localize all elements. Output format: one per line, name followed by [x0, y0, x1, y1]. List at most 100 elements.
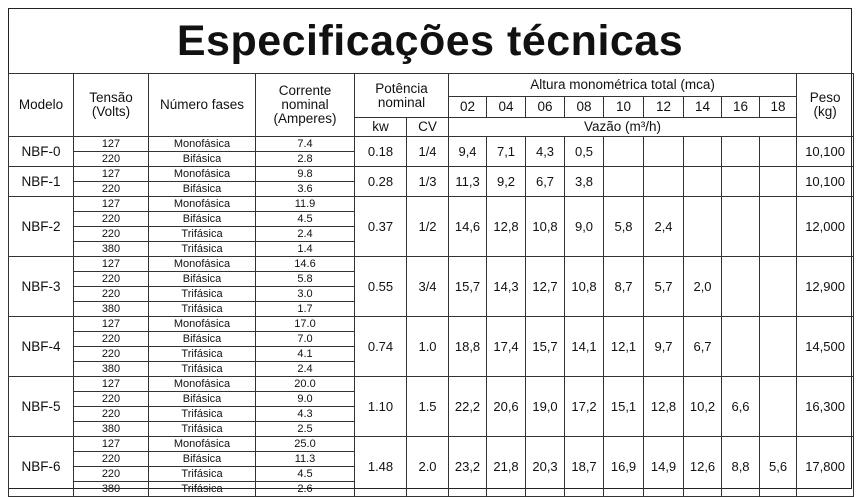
cv-cell: 1.0	[405, 316, 450, 377]
fases-cell: Bifásica	[148, 451, 256, 467]
vazao-cell	[721, 136, 761, 167]
vazao-cell: 4,3	[525, 136, 566, 167]
header-altura-06: 06	[525, 96, 566, 118]
fases-cell: Trifásica	[148, 241, 256, 257]
corrente-cell: 2.6	[255, 481, 355, 497]
corrente-cell: 11.3	[255, 451, 355, 467]
corrente-cell: 7.4	[255, 136, 355, 152]
header-potencia: Potência nominal	[353, 73, 450, 118]
tensao-cell: 220	[73, 211, 149, 227]
model-name: NBF-5	[8, 376, 74, 437]
peso-cell: 10,100	[796, 136, 855, 167]
kw-cell: 0.74	[354, 316, 407, 377]
tensao-cell: 220	[73, 331, 149, 347]
vazao-cell: 10,8	[525, 196, 566, 257]
table-row: NBF-3 127 Monofásica 14.6 0.55 3/4 15,7 14,3 12,…	[8, 256, 855, 317]
corrente-cell: 11.9	[255, 196, 355, 212]
tensao-cell: 127	[73, 256, 149, 272]
corrente-cell: 9.0	[255, 391, 355, 407]
tensao-cell: 127	[73, 436, 149, 452]
corrente-cell: 3.6	[255, 181, 355, 197]
fases-cell: Trifásica	[148, 346, 256, 362]
peso-cell: 10,100	[796, 166, 855, 197]
vazao-cell: 17,4	[486, 316, 527, 377]
vazao-cell: 14,9	[643, 436, 685, 497]
vazao-cell: 23,2	[448, 436, 488, 497]
peso-cell: 14,500	[796, 316, 855, 377]
cv-cell: 1/2	[405, 196, 450, 257]
table-row: NBF-5 127 Monofásica 20.0 1.10 1.5 22,2 20,6 19,…	[8, 376, 855, 437]
corrente-cell: 5.8	[255, 271, 355, 287]
vazao-cell: 12,7	[525, 256, 566, 317]
vazao-cell: 2,4	[643, 196, 685, 257]
header-altura-04: 04	[486, 96, 527, 118]
vazao-cell: 12,8	[486, 196, 527, 257]
vazao-cell: 15,7	[448, 256, 488, 317]
vazao-cell	[759, 196, 798, 257]
model-name: NBF-2	[8, 196, 74, 257]
tensao-cell: 220	[73, 226, 149, 242]
vazao-cell: 0,5	[564, 136, 605, 167]
fases-cell: Bifásica	[148, 331, 256, 347]
vazao-cell: 14,3	[486, 256, 527, 317]
vazao-cell: 6,7	[525, 166, 566, 197]
vazao-cell: 6,6	[721, 376, 761, 437]
fases-cell: Trifásica	[148, 466, 256, 482]
fases-cell: Monofásica	[148, 376, 256, 392]
fases-cell: Bifásica	[148, 211, 256, 227]
header-altura-02: 02	[448, 96, 488, 118]
tensao-cell: 380	[73, 361, 149, 377]
vazao-cell: 2,0	[683, 256, 723, 317]
cv-cell: 1/3	[405, 166, 450, 197]
fases-cell: Trifásica	[148, 421, 256, 437]
table-row: NBF-6 127 Monofásica 25.0 1.48 2.0 23,2 21,8 20,…	[8, 436, 855, 497]
tensao-cell: 127	[73, 316, 149, 332]
vazao-cell: 15,7	[525, 316, 566, 377]
header-cv: CV	[405, 117, 450, 137]
fases-cell: Monofásica	[148, 136, 256, 152]
table-row: NBF-0 127 Monofásica 7.4 0.18 1/4 9,4 7,1 4,3 0,5…	[8, 136, 855, 167]
vazao-cell	[759, 316, 798, 377]
tensao-cell: 220	[73, 271, 149, 287]
peso-cell: 12,000	[796, 196, 855, 257]
header-kw: kw	[354, 117, 407, 137]
header-altura-18: 18	[759, 96, 798, 118]
corrente-cell: 17.0	[255, 316, 355, 332]
kw-cell: 0.18	[354, 136, 407, 167]
corrente-cell: 4.1	[255, 346, 355, 362]
spec-table: Modelo Tensão (Volts) Número fases Corrente n…	[8, 73, 855, 497]
spec-sheet: Especificações técnicas Modelo Tensão (Vol…	[8, 8, 855, 497]
header-vazao: Vazão (m³/h)	[448, 117, 798, 137]
tensao-cell: 220	[73, 181, 149, 197]
vazao-cell: 14,1	[564, 316, 605, 377]
fases-cell: Bifásica	[148, 151, 256, 167]
tensao-cell: 380	[73, 481, 149, 497]
fases-cell: Trifásica	[148, 406, 256, 422]
fases-cell: Trifásica	[148, 361, 256, 377]
vazao-cell: 12,6	[683, 436, 723, 497]
tensao-cell: 380	[73, 301, 149, 317]
fases-cell: Bifásica	[148, 391, 256, 407]
header-numero-fases: Número fases	[148, 73, 256, 137]
tensao-cell: 127	[73, 376, 149, 392]
tensao-cell: 220	[73, 151, 149, 167]
vazao-cell	[721, 166, 761, 197]
kw-cell: 0.55	[354, 256, 407, 317]
fases-cell: Bifásica	[148, 271, 256, 287]
tensao-cell: 220	[73, 451, 149, 467]
cv-cell: 1.5	[405, 376, 450, 437]
vazao-cell	[759, 376, 798, 437]
vazao-cell: 19,0	[525, 376, 566, 437]
vazao-cell	[683, 166, 723, 197]
vazao-cell: 9,2	[486, 166, 527, 197]
fases-cell: Trifásica	[148, 226, 256, 242]
tensao-cell: 127	[73, 196, 149, 212]
vazao-cell: 16,9	[603, 436, 645, 497]
vazao-cell: 3,8	[564, 166, 605, 197]
fases-cell: Monofásica	[148, 196, 256, 212]
vazao-cell: 12,8	[643, 376, 685, 437]
vazao-cell	[643, 166, 685, 197]
header-altura-14: 14	[683, 96, 723, 118]
vazao-cell: 11,3	[448, 166, 488, 197]
corrente-cell: 7.0	[255, 331, 355, 347]
